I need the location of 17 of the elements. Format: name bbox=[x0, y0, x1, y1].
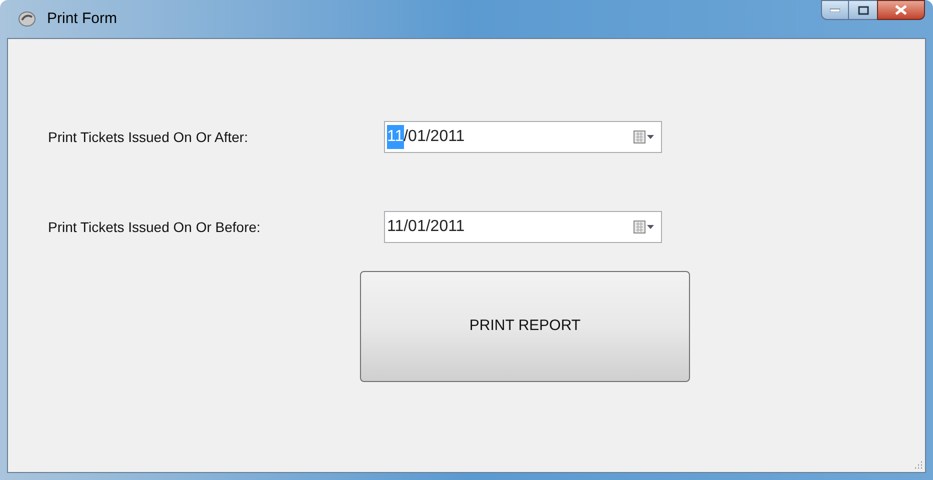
window-title: Print Form bbox=[47, 8, 118, 29]
date-segment[interactable]: /01/2011 bbox=[404, 215, 465, 239]
print-report-button[interactable]: PRINT REPORT bbox=[360, 271, 690, 382]
date-segment[interactable]: 11 bbox=[387, 215, 404, 239]
field-label: Print Tickets Issued On Or After: bbox=[48, 128, 249, 146]
maximize-icon bbox=[858, 6, 868, 14]
minimize-button[interactable] bbox=[821, 0, 849, 20]
calendar-dropdown-icon[interactable] bbox=[633, 130, 655, 144]
app-icon bbox=[17, 9, 37, 29]
calendar-dropdown-icon[interactable] bbox=[633, 220, 655, 234]
field-label: Print Tickets Issued On Or Before: bbox=[48, 218, 262, 236]
minimize-icon bbox=[830, 8, 840, 12]
maximize-button[interactable] bbox=[849, 0, 877, 20]
close-button[interactable] bbox=[877, 0, 925, 20]
close-icon bbox=[895, 5, 907, 15]
resize-grip-icon[interactable] bbox=[913, 460, 923, 470]
date-picker[interactable]: 11/01/2011 bbox=[384, 211, 662, 243]
